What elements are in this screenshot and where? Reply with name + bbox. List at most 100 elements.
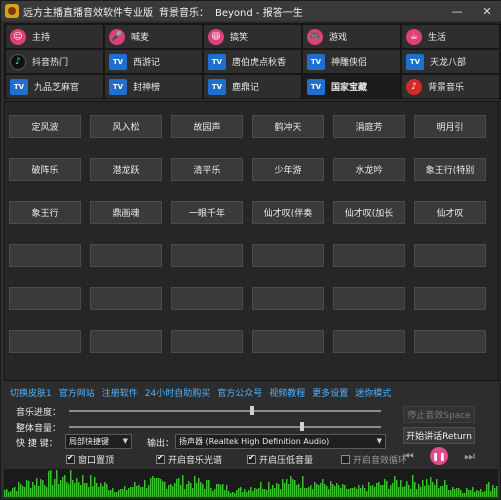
- link-item[interactable]: 视频教程: [269, 386, 305, 399]
- sound-button[interactable]: 象王行(特别: [414, 158, 486, 181]
- tab-5[interactable]: ♪ 抖音热门: [5, 49, 104, 74]
- spectrum-bar: [56, 470, 58, 497]
- spectrum-bar: [88, 487, 90, 497]
- sound-button[interactable]: 潜龙跃: [90, 158, 162, 181]
- sound-button[interactable]: [333, 244, 405, 267]
- sound-button[interactable]: 鹤冲天: [252, 115, 324, 138]
- chevron-down-icon: ▼: [376, 437, 382, 445]
- sound-button[interactable]: [252, 330, 324, 353]
- link-item[interactable]: 更多设置: [312, 386, 348, 399]
- tab-8[interactable]: TV 神雕侠侣: [302, 49, 401, 74]
- spectrum-bar: [96, 483, 98, 497]
- tab-0[interactable]: ☺ 主持: [5, 24, 104, 49]
- link-item[interactable]: 官方公众号: [217, 386, 262, 399]
- spectrum-bar: [82, 475, 84, 497]
- checkbox-box[interactable]: [341, 455, 350, 464]
- spectrum-bar: [6, 489, 8, 497]
- sound-button[interactable]: [171, 330, 243, 353]
- link-item[interactable]: 24小时自助购买: [145, 386, 210, 399]
- sound-button[interactable]: 鼎画魂: [90, 201, 162, 224]
- minimize-icon[interactable]: —: [442, 1, 472, 21]
- sound-button[interactable]: [90, 287, 162, 310]
- option-checkbox[interactable]: 开启音效循环: [341, 453, 407, 466]
- link-item[interactable]: 注册软件: [102, 386, 138, 399]
- checkbox-box[interactable]: [156, 453, 165, 464]
- spectrum-bar: [466, 488, 468, 497]
- spectrum-bar: [182, 475, 184, 497]
- link-item[interactable]: 切换皮肤1: [10, 386, 52, 399]
- stop-sound-button[interactable]: 停止音效Space: [403, 406, 475, 423]
- sound-button[interactable]: [414, 287, 486, 310]
- sound-button[interactable]: [171, 244, 243, 267]
- sound-button[interactable]: 故园声: [171, 115, 243, 138]
- tab-2[interactable]: 😆 搞笑: [203, 24, 302, 49]
- sound-button[interactable]: [9, 330, 81, 353]
- checkbox-box[interactable]: [247, 453, 256, 464]
- sound-button[interactable]: 少年游: [252, 158, 324, 181]
- sound-button[interactable]: 风入松: [90, 115, 162, 138]
- spectrum-bar: [324, 484, 326, 497]
- checkbox-box[interactable]: [66, 453, 75, 464]
- tab-14[interactable]: ♪ 背景音乐: [401, 74, 500, 99]
- sound-button[interactable]: 水龙吟: [333, 158, 405, 181]
- previous-icon[interactable]: ⏮: [403, 449, 414, 464]
- pause-icon[interactable]: ❚❚: [430, 447, 448, 465]
- tab-10[interactable]: TV 九品芝麻官: [5, 74, 104, 99]
- tab-6[interactable]: TV 西游记: [104, 49, 203, 74]
- sound-button[interactable]: [252, 287, 324, 310]
- music-progress-handle[interactable]: [250, 406, 254, 415]
- sound-button[interactable]: [414, 330, 486, 353]
- sound-button[interactable]: 清平乐: [171, 158, 243, 181]
- sound-button[interactable]: [333, 330, 405, 353]
- spectrum-bar: [46, 487, 48, 497]
- tab-4[interactable]: ☕ 生活: [401, 24, 500, 49]
- spectrum-bar: [260, 482, 262, 497]
- link-bar: 切换皮肤1 官方网站 注册软件 24小时自助购买 官方公众号 视频教程 更多设置 迷你模式: [10, 386, 398, 399]
- sound-button[interactable]: [90, 244, 162, 267]
- spectrum-bar: [372, 485, 374, 497]
- option-checkbox[interactable]: 开启压低音量: [247, 453, 313, 466]
- sound-button[interactable]: 明月引: [414, 115, 486, 138]
- start-talk-button[interactable]: 开始讲话Return: [403, 427, 475, 444]
- spectrum-bar: [156, 478, 158, 497]
- spectrum-bar: [84, 483, 86, 497]
- hotkey-select[interactable]: 局部快捷键 ▼: [65, 434, 132, 449]
- sound-button[interactable]: 仙才叹(加长: [333, 201, 405, 224]
- spectrum-bar: [206, 480, 208, 497]
- spectrum-bar: [340, 488, 342, 497]
- sound-button[interactable]: 破阵乐: [9, 158, 81, 181]
- spectrum-bar: [38, 486, 40, 497]
- music-progress-slider[interactable]: [69, 406, 381, 415]
- sound-button[interactable]: [414, 244, 486, 267]
- sound-button[interactable]: [9, 287, 81, 310]
- sound-button[interactable]: [9, 244, 81, 267]
- next-icon[interactable]: ⏭: [464, 449, 475, 464]
- sound-button[interactable]: [333, 287, 405, 310]
- sound-button[interactable]: 仙才叹: [414, 201, 486, 224]
- link-item[interactable]: 官方网站: [59, 386, 95, 399]
- tab-11[interactable]: TV 封神榜: [104, 74, 203, 99]
- spectrum-bar: [376, 483, 378, 497]
- sound-button[interactable]: 定风波: [9, 115, 81, 138]
- sound-button[interactable]: [90, 330, 162, 353]
- tab-3[interactable]: 🎮 游戏: [302, 24, 401, 49]
- option-checkbox[interactable]: 窗口置顶: [66, 453, 114, 466]
- output-device-select[interactable]: 扬声器 (Realtek High Definition Audio) ▼: [175, 434, 386, 449]
- tab-7[interactable]: TV 唐伯虎点秋香: [203, 49, 302, 74]
- sound-button[interactable]: [171, 287, 243, 310]
- spectrum-bar: [250, 487, 252, 497]
- sound-button[interactable]: 仙才叹(伴奏: [252, 201, 324, 224]
- sound-button[interactable]: 涓庭芳: [333, 115, 405, 138]
- tab-13[interactable]: TV 国家宝藏: [302, 74, 401, 99]
- volume-slider[interactable]: [69, 422, 381, 431]
- close-icon[interactable]: ✕: [472, 1, 501, 21]
- option-checkbox[interactable]: 开启音乐光谱: [156, 453, 222, 466]
- tab-9[interactable]: TV 天龙八部: [401, 49, 500, 74]
- sound-button[interactable]: [252, 244, 324, 267]
- link-item[interactable]: 迷你模式: [355, 386, 391, 399]
- volume-handle[interactable]: [300, 422, 304, 431]
- tab-1[interactable]: 🎤 喊麦: [104, 24, 203, 49]
- sound-button[interactable]: 象王行: [9, 201, 81, 224]
- tab-12[interactable]: TV 鹿鼎记: [203, 74, 302, 99]
- sound-button[interactable]: 一眼千年: [171, 201, 243, 224]
